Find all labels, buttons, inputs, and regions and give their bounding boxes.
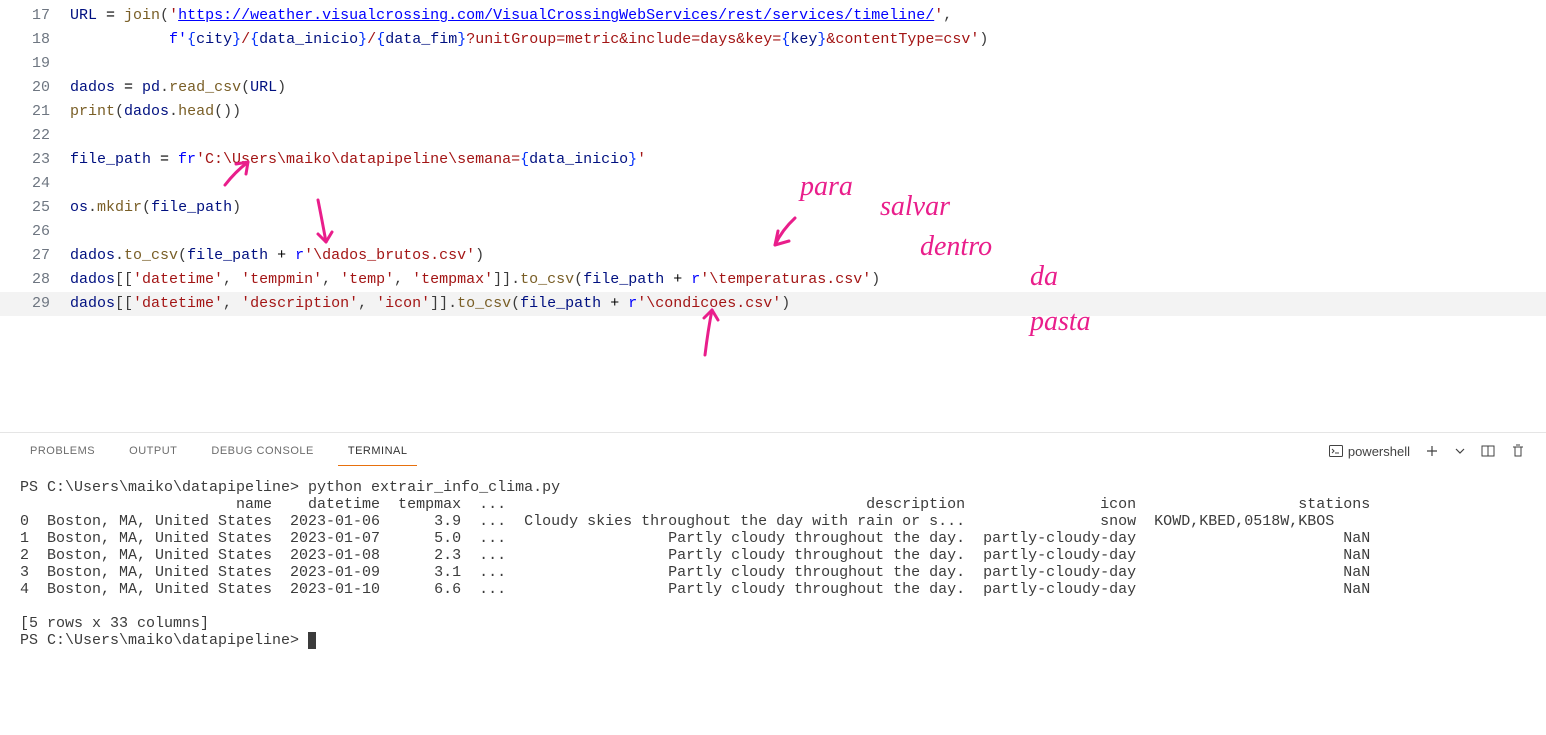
chevron-down-icon[interactable] — [1454, 445, 1466, 457]
code-line[interactable]: 19 — [0, 52, 1546, 76]
code-content[interactable]: f'{city}/{data_inicio}/{data_fim}?unitGr… — [70, 28, 1546, 52]
code-line[interactable]: 27dados.to_csv(file_path + r'\dados_brut… — [0, 244, 1546, 268]
code-content[interactable]: print(dados.head()) — [70, 100, 1546, 124]
line-number: 24 — [0, 172, 70, 196]
code-line[interactable]: 22 — [0, 124, 1546, 148]
terminal-output[interactable]: PS C:\Users\maiko\datapipeline> python e… — [0, 469, 1546, 735]
terminal-icon — [1328, 443, 1344, 459]
code-line[interactable]: 24 — [0, 172, 1546, 196]
tab-terminal[interactable]: TERMINAL — [338, 437, 418, 466]
code-line[interactable]: 21print(dados.head()) — [0, 100, 1546, 124]
code-line[interactable]: 29dados[['datetime', 'description', 'ico… — [0, 292, 1546, 316]
code-line[interactable]: 28dados[['datetime', 'tempmin', 'temp', … — [0, 268, 1546, 292]
code-content[interactable]: dados.to_csv(file_path + r'\dados_brutos… — [70, 244, 1546, 268]
panel-tabs: PROBLEMS OUTPUT DEBUG CONSOLE TERMINAL p… — [0, 433, 1546, 469]
line-number: 21 — [0, 100, 70, 124]
code-line[interactable]: 23file_path = fr'C:\Users\maiko\datapipe… — [0, 148, 1546, 172]
code-content[interactable] — [70, 52, 1546, 76]
code-content[interactable] — [70, 172, 1546, 196]
split-terminal-icon[interactable] — [1480, 443, 1496, 459]
code-line[interactable]: 25os.mkdir(file_path) — [0, 196, 1546, 220]
code-content[interactable]: dados = pd.read_csv(URL) — [70, 76, 1546, 100]
code-content[interactable] — [70, 124, 1546, 148]
terminal-shell-dropdown[interactable]: powershell — [1328, 443, 1410, 459]
code-line[interactable]: 17URL = join('https://weather.visualcros… — [0, 4, 1546, 28]
shell-label: powershell — [1348, 444, 1410, 459]
line-number: 26 — [0, 220, 70, 244]
new-terminal-icon[interactable] — [1424, 443, 1440, 459]
code-line[interactable]: 18 f'{city}/{data_inicio}/{data_fim}?uni… — [0, 28, 1546, 52]
code-line[interactable]: 26 — [0, 220, 1546, 244]
bottom-panel: PROBLEMS OUTPUT DEBUG CONSOLE TERMINAL p… — [0, 432, 1546, 735]
code-content[interactable]: dados[['datetime', 'tempmin', 'temp', 't… — [70, 268, 1546, 292]
code-content[interactable]: file_path = fr'C:\Users\maiko\datapipeli… — [70, 148, 1546, 172]
code-editor[interactable]: para salvar dentro da pasta 17URL = join… — [0, 0, 1546, 432]
code-content[interactable]: os.mkdir(file_path) — [70, 196, 1546, 220]
tab-problems[interactable]: PROBLEMS — [20, 437, 105, 465]
line-number: 28 — [0, 268, 70, 292]
code-line[interactable]: 20dados = pd.read_csv(URL) — [0, 76, 1546, 100]
tab-debug-console[interactable]: DEBUG CONSOLE — [201, 437, 323, 465]
code-content[interactable] — [70, 220, 1546, 244]
line-number: 20 — [0, 76, 70, 100]
line-number: 23 — [0, 148, 70, 172]
line-number: 25 — [0, 196, 70, 220]
code-content[interactable]: dados[['datetime', 'description', 'icon'… — [70, 292, 1546, 316]
line-number: 22 — [0, 124, 70, 148]
trash-icon[interactable] — [1510, 443, 1526, 459]
line-number: 19 — [0, 52, 70, 76]
line-number: 17 — [0, 4, 70, 28]
line-number: 29 — [0, 292, 70, 316]
terminal-cursor — [308, 632, 316, 649]
line-number: 27 — [0, 244, 70, 268]
tab-output[interactable]: OUTPUT — [119, 437, 187, 465]
code-content[interactable]: URL = join('https://weather.visualcrossi… — [70, 4, 1546, 28]
line-number: 18 — [0, 28, 70, 52]
